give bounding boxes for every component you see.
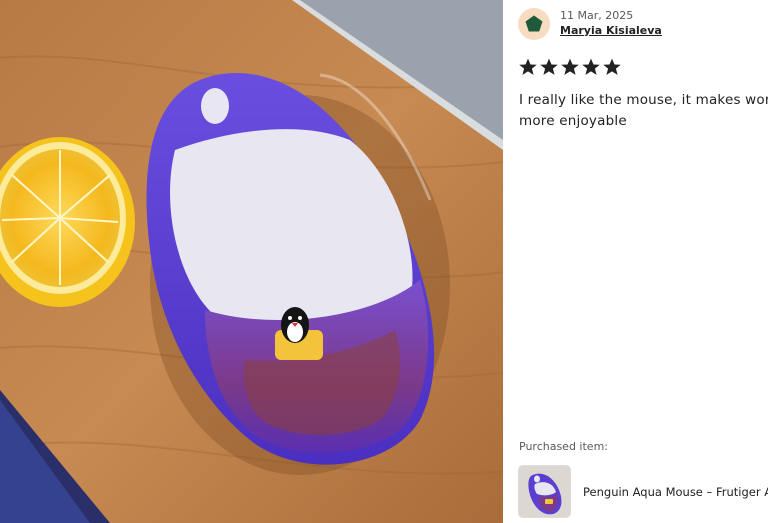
mouse-thumbnail-image [519, 466, 570, 517]
green-pentagon-avatar-icon [525, 15, 543, 32]
review-date: 11 Mar, 2025 [560, 9, 634, 22]
star-filled-icon [603, 58, 621, 75]
purchased-item-title[interactable]: Penguin Aqua Mouse – Frutiger Ae [583, 485, 768, 499]
purchased-item-link[interactable]: Penguin Aqua Mouse – Frutiger Ae [518, 465, 768, 518]
star-filled-icon [582, 58, 600, 75]
review-meta: 11 Mar, 2025 Maryia Kisialeva [560, 9, 662, 39]
penguin-mouse-photo [0, 0, 503, 523]
star-rating [518, 57, 622, 77]
review-author-row: 11 Mar, 2025 Maryia Kisialeva [518, 8, 662, 40]
purchased-item-thumbnail[interactable] [518, 465, 571, 518]
review-author-link[interactable]: Maryia Kisialeva [560, 23, 662, 39]
avatar[interactable] [518, 8, 550, 40]
review-text: I really like the mouse, it makes work m… [519, 92, 768, 129]
review-panel: 11 Mar, 2025 Maryia Kisialeva I really l… [503, 0, 768, 523]
review-photo[interactable] [0, 0, 503, 523]
star-filled-icon [561, 58, 579, 75]
star-filled-icon [519, 58, 537, 75]
star-filled-icon [540, 58, 558, 75]
purchased-item-label: Purchased item: [519, 440, 608, 453]
